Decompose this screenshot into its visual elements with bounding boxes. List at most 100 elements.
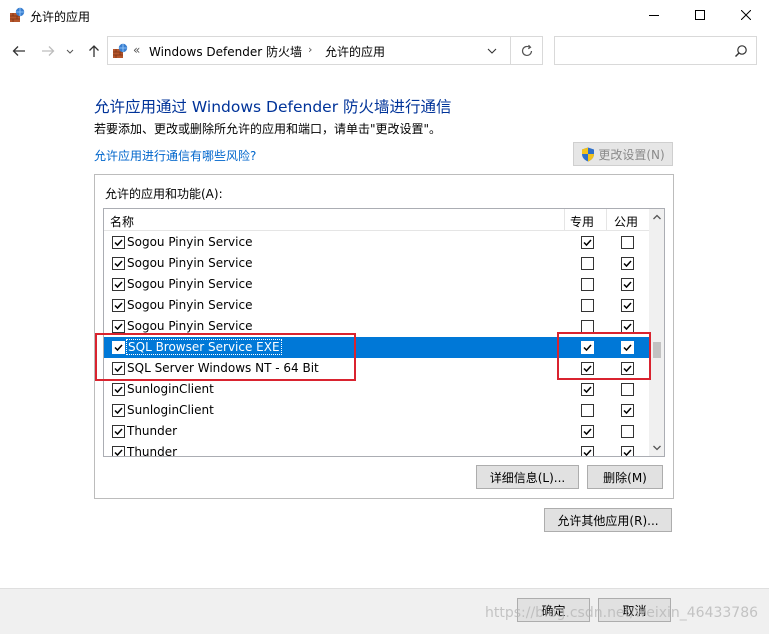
minimize-button[interactable]	[631, 0, 677, 30]
private-network-checkbox[interactable]	[581, 278, 594, 291]
maximize-icon	[695, 10, 705, 20]
breadcrumb-firewall[interactable]: Windows Defender 防火墙	[149, 43, 302, 60]
table-row[interactable]: Sogou Pinyin Service	[104, 295, 649, 316]
public-network-checkbox[interactable]	[621, 446, 634, 456]
app-name: Sogou Pinyin Service	[127, 319, 253, 333]
private-network-checkbox[interactable]	[581, 257, 594, 270]
app-enabled-checkbox[interactable]	[112, 446, 125, 456]
column-private[interactable]: 专用	[570, 213, 594, 230]
change-settings-label: 更改设置(N)	[598, 147, 665, 162]
app-enabled-checkbox[interactable]	[112, 320, 125, 333]
public-network-checkbox[interactable]	[621, 425, 634, 438]
close-icon	[741, 10, 751, 20]
app-enabled-checkbox[interactable]	[112, 425, 125, 438]
address-dropdown-chevron-icon[interactable]	[486, 46, 498, 56]
allowed-apps-list[interactable]: 名称 专用 公用 Sogou Pinyin Service Sogou Pinyi…	[103, 208, 665, 457]
private-network-checkbox[interactable]	[581, 383, 594, 396]
private-network-checkbox[interactable]	[581, 446, 594, 456]
app-enabled-checkbox[interactable]	[112, 257, 125, 270]
maximize-button[interactable]	[677, 0, 723, 30]
public-network-checkbox[interactable]	[621, 299, 634, 312]
change-settings-button[interactable]: 更改设置(N)	[573, 142, 673, 166]
search-box[interactable]	[554, 36, 757, 65]
app-name: Thunder	[127, 445, 178, 457]
forward-arrow-icon[interactable]	[40, 43, 56, 59]
app-enabled-checkbox[interactable]	[112, 278, 125, 291]
app-name: Sogou Pinyin Service	[127, 235, 253, 249]
refresh-button[interactable]	[510, 37, 542, 64]
scrollbar-thumb[interactable]	[653, 342, 661, 358]
public-network-checkbox[interactable]	[621, 257, 634, 270]
public-network-checkbox[interactable]	[621, 278, 634, 291]
ok-button[interactable]: 确定	[517, 598, 590, 622]
search-icon[interactable]	[734, 44, 748, 58]
address-prefix: «	[133, 43, 141, 57]
table-row[interactable]: Sogou Pinyin Service	[104, 274, 649, 295]
column-public[interactable]: 公用	[614, 213, 638, 230]
app-name: Thunder	[127, 424, 178, 438]
back-arrow-icon[interactable]	[11, 43, 27, 59]
window-title: 允许的应用	[30, 10, 91, 24]
scroll-up-arrow-icon[interactable]	[652, 213, 662, 221]
table-row[interactable]: SQL Browser Service EXE	[104, 337, 649, 358]
address-bar[interactable]: « Windows Defender 防火墙 › 允许的应用	[107, 36, 543, 65]
column-name[interactable]: 名称	[110, 213, 134, 230]
app-enabled-checkbox[interactable]	[112, 299, 125, 312]
title-bar: 允许的应用	[0, 0, 769, 32]
app-name: SunloginClient	[127, 382, 214, 396]
app-enabled-checkbox[interactable]	[112, 236, 125, 249]
firewall-app-icon	[10, 7, 25, 22]
app-name: SunloginClient	[127, 403, 214, 417]
private-network-checkbox[interactable]	[581, 299, 594, 312]
table-row[interactable]: Thunder	[104, 421, 649, 442]
table-row[interactable]: Thunder	[104, 442, 649, 457]
private-network-checkbox[interactable]	[581, 362, 594, 375]
app-enabled-checkbox[interactable]	[112, 341, 125, 354]
table-row[interactable]: SQL Server Windows NT - 64 Bit	[104, 358, 649, 379]
private-network-checkbox[interactable]	[581, 341, 594, 354]
details-button[interactable]: 详细信息(L)...	[476, 465, 579, 489]
private-network-checkbox[interactable]	[581, 320, 594, 333]
app-enabled-checkbox[interactable]	[112, 383, 125, 396]
breadcrumb-allowed-apps[interactable]: 允许的应用	[325, 43, 385, 60]
app-name: SQL Browser Service EXE	[126, 339, 282, 355]
public-network-checkbox[interactable]	[621, 404, 634, 417]
close-button[interactable]	[723, 0, 769, 30]
app-enabled-checkbox[interactable]	[112, 362, 125, 375]
column-divider	[606, 209, 607, 231]
risk-info-link[interactable]: 允许应用进行通信有哪些风险?	[94, 147, 256, 164]
breadcrumb-separator-icon[interactable]: ›	[308, 43, 312, 56]
up-arrow-icon[interactable]	[86, 43, 102, 59]
minimize-icon	[649, 15, 659, 16]
app-enabled-checkbox[interactable]	[112, 404, 125, 417]
app-name: SQL Server Windows NT - 64 Bit	[127, 361, 319, 375]
private-network-checkbox[interactable]	[581, 236, 594, 249]
public-network-checkbox[interactable]	[621, 236, 634, 249]
instruction-text: 若要添加、更改或删除所允许的应用和端口，请单击"更改设置"。	[94, 122, 442, 136]
list-scrollbar[interactable]	[649, 209, 664, 456]
allowed-apps-label: 允许的应用和功能(A):	[105, 187, 223, 201]
delete-button[interactable]: 删除(M)	[587, 465, 663, 489]
column-divider	[564, 209, 565, 231]
table-row[interactable]: SunloginClient	[104, 400, 649, 421]
page-title: 允许应用通过 Windows Defender 防火墙进行通信	[94, 98, 452, 116]
allow-another-app-button[interactable]: 允许其他应用(R)...	[544, 508, 672, 532]
app-name: Sogou Pinyin Service	[127, 298, 253, 312]
list-rows: Sogou Pinyin Service Sogou Pinyin Service…	[104, 232, 649, 457]
public-network-checkbox[interactable]	[621, 383, 634, 396]
private-network-checkbox[interactable]	[581, 404, 594, 417]
uac-shield-icon	[582, 147, 595, 161]
table-row[interactable]: SunloginClient	[104, 379, 649, 400]
table-row[interactable]: Sogou Pinyin Service	[104, 253, 649, 274]
app-name: Sogou Pinyin Service	[127, 277, 253, 291]
public-network-checkbox[interactable]	[621, 320, 634, 333]
public-network-checkbox[interactable]	[621, 362, 634, 375]
table-row[interactable]: Sogou Pinyin Service	[104, 232, 649, 253]
public-network-checkbox[interactable]	[621, 341, 634, 354]
private-network-checkbox[interactable]	[581, 425, 594, 438]
cancel-button[interactable]: 取消	[598, 598, 671, 622]
app-name: Sogou Pinyin Service	[127, 256, 253, 270]
scroll-down-arrow-icon[interactable]	[652, 444, 662, 452]
recent-locations-chevron-icon[interactable]	[65, 43, 75, 59]
table-row[interactable]: Sogou Pinyin Service	[104, 316, 649, 337]
